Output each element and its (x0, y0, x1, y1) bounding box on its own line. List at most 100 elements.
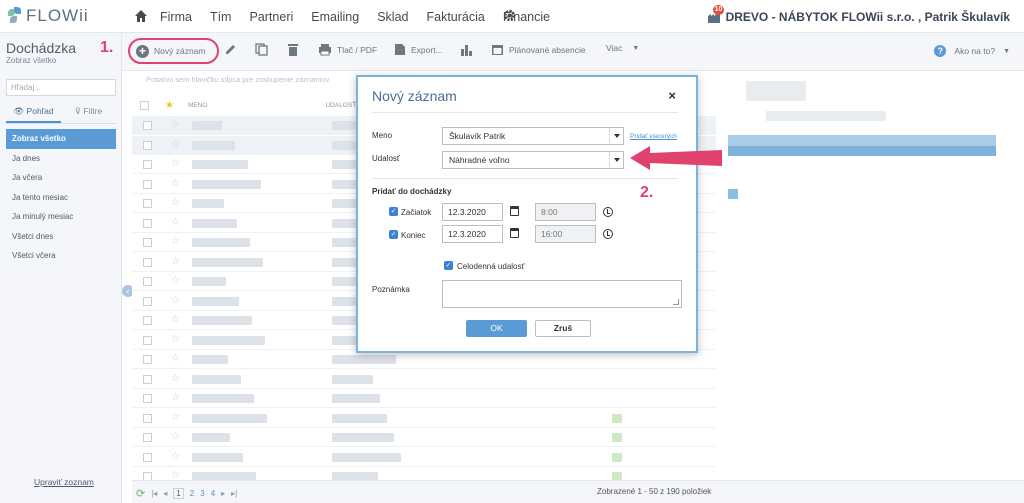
last-page-icon[interactable]: ▸| (231, 489, 237, 498)
table-row[interactable]: ☆ (132, 428, 716, 447)
page-4[interactable]: 4 (211, 489, 215, 498)
ok-button[interactable]: OK (466, 320, 527, 337)
allday-checkbox[interactable]: ✓ (444, 261, 453, 270)
stats-button[interactable] (460, 43, 473, 56)
star-icon[interactable]: ☆ (171, 256, 180, 267)
home-icon[interactable] (134, 9, 148, 23)
nav-item-sklad[interactable]: Sklad (377, 10, 408, 24)
row-checkbox[interactable] (143, 257, 152, 267)
row-checkbox[interactable] (143, 296, 152, 306)
row-checkbox[interactable] (143, 374, 152, 384)
star-icon[interactable]: ☆ (171, 275, 180, 286)
star-icon[interactable]: ☆ (171, 158, 180, 169)
nav-item-partneri[interactable]: Partneri (249, 10, 293, 24)
table-row[interactable]: ☆ (132, 389, 716, 408)
table-row[interactable]: ☆ (132, 370, 716, 389)
calendar-icon[interactable] (510, 206, 519, 216)
refresh-icon[interactable]: ⟳ (136, 487, 145, 500)
star-icon[interactable]: ☆ (171, 236, 180, 247)
column-header-event[interactable]: UDALOSŤ (325, 102, 356, 109)
sidebar-item-me-last-month[interactable]: Ja minulý mesiac (6, 207, 116, 227)
sidebar-item-all-today[interactable]: Všetci dnes (6, 227, 116, 247)
row-checkbox[interactable] (143, 238, 152, 247)
row-checkbox[interactable] (143, 433, 152, 442)
star-icon[interactable]: ☆ (171, 139, 180, 150)
note-textarea[interactable] (442, 280, 682, 308)
star-icon[interactable]: ☆ (171, 217, 180, 228)
row-checkbox[interactable] (143, 160, 152, 169)
tab-filter[interactable]: ⊽ Filtre (61, 106, 116, 123)
start-time-input[interactable]: 8:00 (535, 203, 596, 221)
gear-icon[interactable] (503, 9, 516, 22)
star-icon[interactable]: ☆ (171, 119, 180, 130)
star-icon[interactable]: ☆ (171, 392, 180, 403)
row-checkbox[interactable] (143, 316, 152, 325)
star-icon[interactable]: ☆ (171, 451, 180, 462)
row-checkbox[interactable] (143, 452, 152, 462)
end-checkbox[interactable]: ✓ (389, 230, 398, 239)
page-2[interactable]: 2 (190, 489, 194, 498)
row-checkbox[interactable] (143, 335, 152, 345)
notification-icon[interactable]: 10 (707, 4, 725, 24)
star-icon[interactable]: ☆ (171, 431, 180, 442)
sidebar-item-me-yesterday[interactable]: Ja včera (6, 168, 116, 188)
more-dropdown[interactable]: Viac ▼ (606, 43, 639, 53)
close-icon[interactable]: × (668, 88, 676, 103)
edit-list-link[interactable]: Upraviť zoznam (34, 477, 94, 487)
export-button[interactable]: Export... (394, 43, 443, 56)
sidebar-item-all[interactable]: Zobraz všetko (6, 129, 116, 149)
star-header-icon[interactable]: ★ (165, 100, 174, 111)
row-checkbox[interactable] (143, 277, 152, 286)
row-checkbox[interactable] (143, 179, 152, 189)
edit-button[interactable] (224, 43, 237, 56)
table-row[interactable]: ☆ (132, 448, 716, 467)
end-time-input[interactable]: 16:00 (535, 225, 596, 243)
logo[interactable]: FLOWii (8, 6, 89, 26)
start-date-input[interactable]: 12.3.2020 (442, 203, 503, 221)
table-row[interactable]: ☆ (132, 409, 716, 428)
star-icon[interactable]: ☆ (171, 412, 180, 423)
page-3[interactable]: 3 (200, 489, 204, 498)
new-record-button[interactable]: + Nový záznam (128, 38, 219, 64)
cancel-button[interactable]: Zruš (535, 320, 591, 337)
star-icon[interactable]: ☆ (171, 197, 180, 208)
row-checkbox[interactable] (143, 355, 152, 364)
name-select[interactable]: Škulavík Patrik (442, 127, 624, 145)
page-1[interactable]: 1 (173, 488, 184, 499)
nav-item-fakturacia[interactable]: Fakturácia (426, 10, 484, 24)
column-header-name[interactable]: MENO (188, 102, 208, 109)
sidebar-item-me-this-month[interactable]: Ja tento mesiac (6, 188, 116, 208)
planned-absences-button[interactable]: Plánované absencie (491, 43, 586, 56)
company-switcher[interactable]: 10 DREVO - NÁBYTOK FLOWii s.r.o. , Patri… (707, 4, 1010, 24)
resize-handle[interactable] (673, 299, 679, 305)
row-checkbox[interactable] (143, 413, 152, 423)
star-icon[interactable]: ☆ (171, 373, 180, 384)
event-select[interactable]: Náhradné voľno (442, 151, 624, 169)
clock-icon[interactable] (603, 229, 613, 239)
row-checkbox[interactable] (143, 199, 152, 208)
star-icon[interactable]: ☆ (171, 295, 180, 306)
copy-button[interactable] (255, 43, 268, 56)
nav-item-tim[interactable]: Tím (210, 10, 232, 24)
star-icon[interactable]: ☆ (171, 353, 180, 364)
nav-item-firma[interactable]: Firma (160, 10, 192, 24)
select-all-checkbox[interactable] (140, 100, 149, 110)
row-checkbox[interactable] (143, 218, 152, 228)
tab-view[interactable]: 👁 Pohľad (6, 106, 61, 123)
prev-page-icon[interactable]: ◂ (163, 489, 167, 498)
star-icon[interactable]: ☆ (171, 314, 180, 325)
end-date-input[interactable]: 12.3.2020 (442, 225, 503, 243)
delete-button[interactable] (287, 43, 299, 56)
star-icon[interactable]: ☆ (171, 178, 180, 189)
next-page-icon[interactable]: ▸ (221, 489, 225, 498)
clock-icon[interactable] (603, 207, 613, 217)
calendar-icon[interactable] (510, 228, 519, 238)
star-icon[interactable]: ☆ (171, 334, 180, 345)
row-checkbox[interactable] (143, 140, 152, 150)
row-checkbox[interactable] (143, 394, 152, 403)
sidebar-item-me-today[interactable]: Ja dnes (6, 149, 116, 169)
sidebar-item-all-yesterday[interactable]: Všetci včera (6, 246, 116, 266)
search-input[interactable]: Hľadaj... (6, 79, 116, 96)
nav-item-emailing[interactable]: Emailing (311, 10, 359, 24)
start-checkbox[interactable]: ✓ (389, 207, 398, 216)
